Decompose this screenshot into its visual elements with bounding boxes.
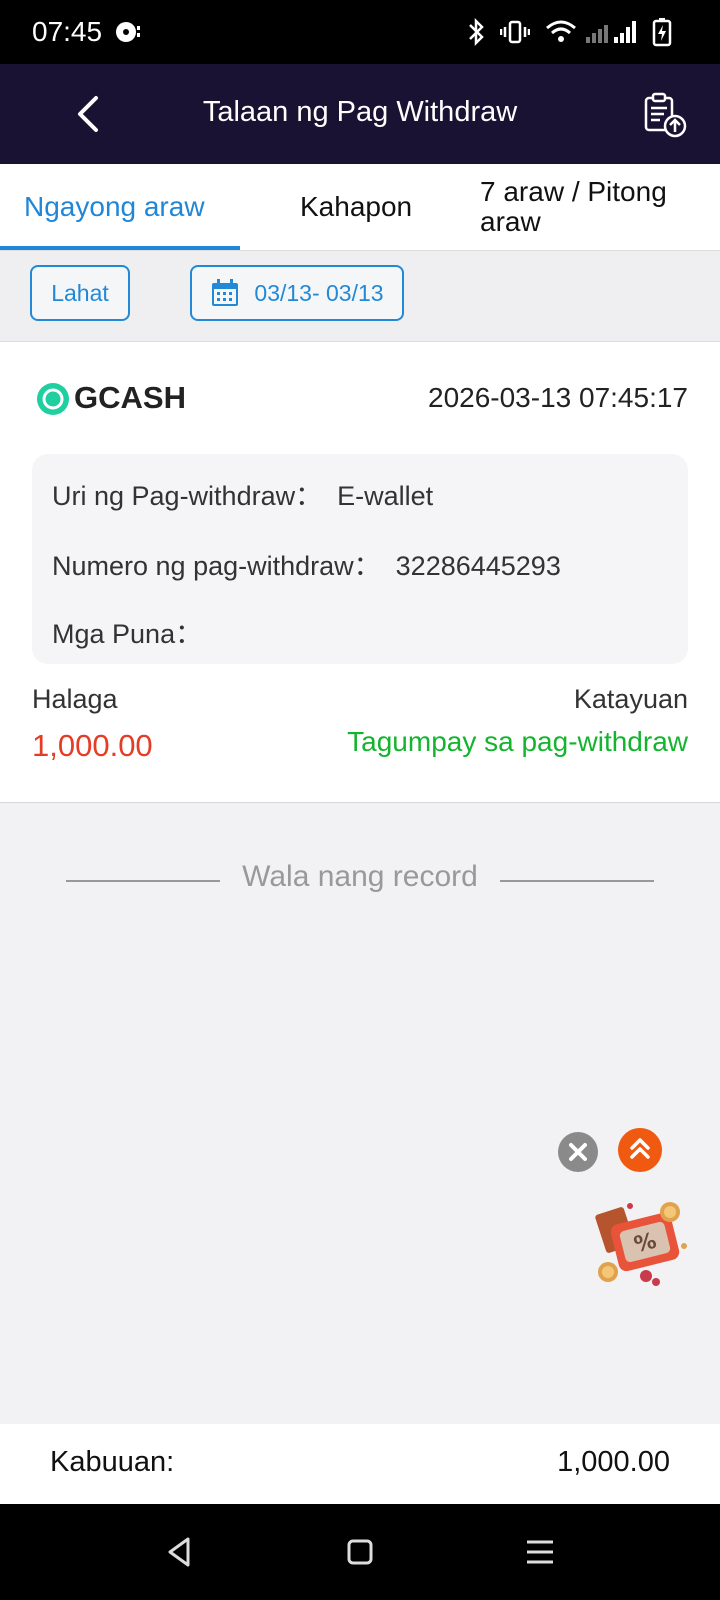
- battery-charging-icon: [650, 16, 674, 48]
- type-filter-button[interactable]: Lahat: [30, 265, 130, 321]
- date-tabs: Ngayong araw Kahapon 7 araw / Pitong ara…: [0, 164, 720, 251]
- tab-today[interactable]: Ngayong araw: [24, 164, 205, 250]
- system-nav-bar: [0, 1504, 720, 1600]
- no-more-text: Wala nang record: [242, 860, 478, 893]
- close-icon: [569, 1143, 587, 1161]
- remarks-row: Mga Puna：: [52, 612, 202, 651]
- promo-float-button[interactable]: %: [586, 1196, 696, 1296]
- vibrate-icon: [498, 16, 532, 48]
- divider-right: [500, 880, 654, 882]
- date-range-label: 03/13- 03/13: [254, 279, 384, 306]
- date-range-button[interactable]: 03/13- 03/13: [190, 265, 404, 321]
- menu-lines-icon: [527, 1540, 553, 1564]
- amount-value: 1,000.00: [32, 728, 153, 763]
- withdraw-record-card[interactable]: GCASH 2026-03-13 07:45:17 Uri ng Pag-wit…: [0, 342, 720, 803]
- media-icon: [112, 16, 144, 48]
- export-record-button[interactable]: [640, 90, 690, 140]
- withdraw-number-label: Numero ng pag-withdraw：: [52, 551, 381, 581]
- discount-coupon-icon: %: [595, 1202, 687, 1286]
- status-time: 07:45: [32, 16, 103, 47]
- withdraw-number-value: 32286445293: [395, 551, 561, 581]
- record-timestamp: 2026-03-13 07:45:17: [428, 382, 688, 413]
- type-filter-label: Lahat: [51, 279, 109, 306]
- app-header: Talaan ng Pag Withdraw: [0, 64, 720, 164]
- clipboard-upload-icon: [644, 92, 687, 138]
- remarks-label: Mga Puna：: [52, 619, 203, 649]
- page-title: Talaan ng Pag Withdraw: [202, 96, 518, 128]
- no-more-records: Wala nang record: [0, 860, 720, 900]
- total-value: 1,000.00: [557, 1446, 670, 1478]
- nav-menu-button[interactable]: [518, 1530, 562, 1574]
- withdraw-method: GCASH: [74, 380, 186, 415]
- status-bar: 07:45: [0, 0, 720, 64]
- filter-bar: Lahat 03/13- 03/13: [0, 251, 720, 342]
- double-chevron-up-icon: [630, 1138, 650, 1159]
- active-tab-indicator: [0, 246, 240, 250]
- record-details: Uri ng Pag-withdraw： E-wallet Numero ng …: [32, 454, 688, 664]
- wifi-icon: [544, 16, 578, 48]
- square-home-icon: [347, 1539, 373, 1565]
- amount-label: Halaga: [32, 684, 118, 714]
- tab-yesterday[interactable]: Kahapon: [300, 164, 412, 250]
- triangle-back-icon: [168, 1537, 190, 1567]
- nav-home-button[interactable]: [338, 1530, 382, 1574]
- scroll-top-button[interactable]: [618, 1128, 662, 1172]
- status-label: Katayuan: [573, 684, 688, 714]
- nav-back-button[interactable]: [158, 1530, 202, 1574]
- status-value: Tagumpay sa pag-withdraw: [347, 726, 688, 757]
- total-bar: Kabuuan: 1,000.00: [0, 1424, 720, 1504]
- total-label: Kabuuan:: [50, 1446, 175, 1478]
- withdraw-type-value: E-wallet: [337, 481, 434, 511]
- tab-seven-days[interactable]: 7 araw / Pitong araw: [480, 164, 700, 250]
- close-float-button[interactable]: [558, 1132, 598, 1172]
- calendar-icon: [212, 279, 239, 306]
- bluetooth-icon: [462, 16, 490, 48]
- signal-icon: [584, 16, 640, 48]
- gcash-logo-icon: [37, 383, 69, 415]
- withdraw-number-row: Numero ng pag-withdraw： 32286445293: [52, 544, 561, 583]
- withdraw-type-label: Uri ng Pag-withdraw：: [52, 481, 323, 511]
- withdraw-type-row: Uri ng Pag-withdraw： E-wallet: [52, 474, 433, 513]
